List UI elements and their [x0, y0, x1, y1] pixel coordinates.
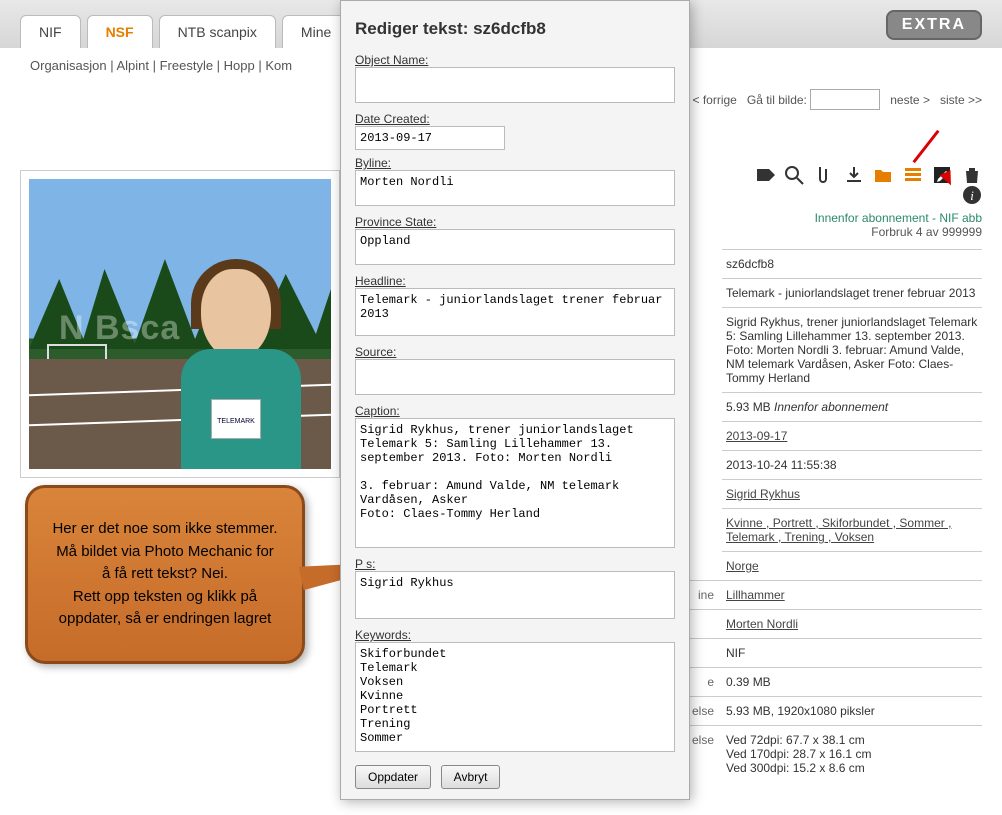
zoom-icon[interactable] [784, 165, 804, 185]
meta-desc: Sigrid Rykhus, trener juniorlandslaget T… [722, 308, 982, 393]
meta-date2: 2013-10-24 11:55:38 [722, 451, 982, 480]
label-source: Source: [355, 345, 675, 359]
label-caption: Caption: [355, 404, 675, 418]
input-date[interactable] [355, 126, 505, 150]
last-link[interactable]: siste >> [940, 93, 982, 107]
meta-date1[interactable]: 2013-09-17 [726, 429, 787, 443]
shirt-badge: TELEMARK [211, 399, 261, 439]
tab-ntb[interactable]: NTB scanpix [159, 15, 276, 48]
callout-box: Her er det noe som ikke stemmer. Må bild… [25, 485, 305, 664]
label-byline: Byline: [355, 156, 675, 170]
tab-nif[interactable]: NIF [20, 15, 81, 48]
meta-table: sz6dcfb8 Telemark - juniorlandslaget tre… [722, 249, 982, 580]
input-caption[interactable]: Sigrid Rykhus, trener juniorlandslaget T… [355, 418, 675, 548]
meta-city[interactable]: Lillhammer [726, 588, 785, 602]
trash-icon[interactable] [962, 165, 982, 185]
usage-info: Forbruk 4 av 999999 [722, 225, 982, 239]
meta-org: NIF [722, 639, 982, 668]
toolbar: i [722, 165, 982, 205]
attach-icon[interactable] [814, 165, 834, 185]
label-object: Object Name: [355, 53, 675, 67]
modal-title: Rediger tekst: sz6dcfb8 [355, 19, 675, 39]
tab-nsf[interactable]: NSF [87, 15, 153, 48]
subscription-info: Innenfor abonnement - NIF abb [722, 211, 982, 225]
folder-icon[interactable] [873, 165, 893, 185]
extra-badge: EXTRA [886, 10, 982, 40]
watermark: N Bsca [59, 309, 180, 348]
tag-icon[interactable] [755, 165, 775, 185]
meta-photog[interactable]: Morten Nordli [726, 617, 798, 631]
edit-modal: Rediger tekst: sz6dcfb8 Object Name: Dat… [340, 0, 690, 800]
metadata-sidebar: i Innenfor abonnement - NIF abb Forbruk … [722, 165, 982, 782]
label-province: Province State: [355, 215, 675, 229]
list-icon[interactable] [903, 165, 923, 185]
cancel-button[interactable]: Avbryt [441, 765, 501, 789]
photo-frame: N Bsca TELEMARK [20, 170, 340, 478]
next-link[interactable]: neste > [890, 93, 930, 107]
meta-country[interactable]: Norge [726, 559, 759, 573]
update-button[interactable]: Oppdater [355, 765, 431, 789]
label-persons: P s: [355, 557, 675, 571]
goto-input[interactable] [810, 89, 880, 110]
label-keywords: Keywords: [355, 628, 675, 642]
input-keywords[interactable]: Skiforbundet Telemark Voksen Kvinne Port… [355, 642, 675, 752]
meta-title: Telemark - juniorlandslaget trener febru… [722, 279, 982, 308]
info-icon[interactable]: i [962, 185, 982, 205]
meta-id: sz6dcfb8 [722, 250, 982, 279]
meta-dpi: Ved 72dpi: 67.7 x 38.1 cm Ved 170dpi: 28… [722, 726, 982, 783]
input-persons[interactable]: Sigrid Rykhus [355, 571, 675, 619]
svg-text:i: i [970, 188, 974, 203]
label-headline: Headline: [355, 274, 675, 288]
goto-label: Gå til bilde: [747, 93, 807, 107]
meta-size: 5.93 MB Innenfor abonnement [722, 393, 982, 422]
meta-person[interactable]: Sigrid Rykhus [726, 487, 800, 501]
prev-link[interactable]: < forrige [692, 93, 736, 107]
label-date: Date Created: [355, 112, 675, 126]
photo-preview[interactable]: N Bsca TELEMARK [29, 179, 331, 469]
input-headline[interactable]: Telemark - juniorlandslaget trener febru… [355, 288, 675, 336]
download-icon[interactable] [844, 165, 864, 185]
input-byline[interactable]: Morten Nordli [355, 170, 675, 206]
meta-small: 0.39 MB [722, 668, 982, 697]
input-province[interactable]: Oppland [355, 229, 675, 265]
input-source[interactable] [355, 359, 675, 395]
meta-big: 5.93 MB, 1920x1080 piksler [722, 697, 982, 726]
input-object[interactable] [355, 67, 675, 103]
annotation-arrow [913, 130, 940, 163]
meta-tags[interactable]: Kvinne , Portrett , Skiforbundet , Somme… [726, 516, 951, 544]
